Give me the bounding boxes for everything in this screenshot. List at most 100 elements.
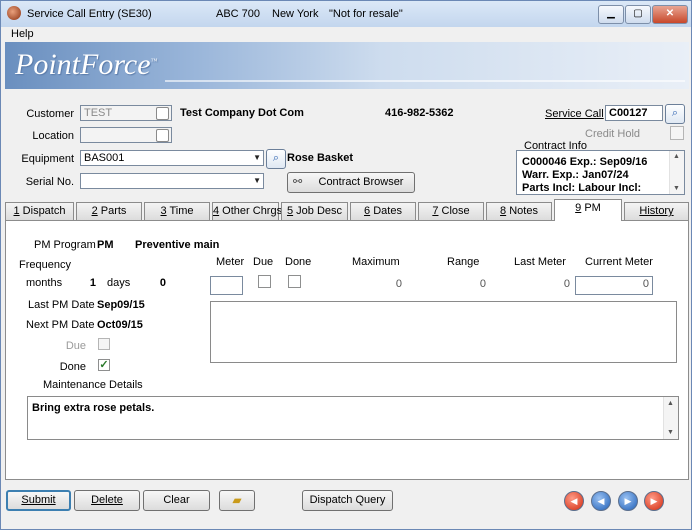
meter-done-checkbox[interactable] [288,275,301,288]
last-pm-date-value: Sep09/15 [97,299,145,311]
due-checkbox[interactable] [98,338,110,350]
customer-name: Test Company Dot Com [180,107,304,119]
scroll-down-icon[interactable]: ▼ [667,429,674,436]
delete-button[interactable]: Delete [74,490,140,511]
days-label: days [107,277,131,289]
menu-help[interactable]: Help [11,28,34,40]
pointforce-logo: PointForce™ [15,48,158,81]
tab-parts[interactable]: 2 Parts [76,202,142,220]
last-pm-date-label: Last PM Date [28,299,95,311]
maximize-button[interactable]: ▢ [625,5,651,24]
range-value: 0 [479,278,486,290]
current-meter-field[interactable]: 0 [575,276,653,295]
maintenance-scrollbar[interactable]: ▲ ▼ [663,397,678,439]
contract-info-scrollbar[interactable]: ▲ ▼ [669,151,684,194]
months-value: 1 [89,277,96,289]
pm-program-label: PM Program [34,239,96,251]
next-pm-date-label: Next PM Date [26,319,95,331]
location-label: Location [32,130,74,142]
search-icon: ⌕ [671,107,679,119]
current-meter-header: Current Meter [585,256,653,268]
contract-line: C000046 Exp.: Sep09/16 [522,156,648,168]
last-record-button[interactable]: ▶ [644,491,664,511]
service-call-label: Service Call [545,108,604,120]
credit-hold-checkbox[interactable] [670,126,684,140]
service-call-field[interactable]: C00127 [605,105,663,121]
location-lookup-toggle[interactable] [156,129,169,142]
maximize-icon: ▢ [633,8,643,19]
tab-dispatch[interactable]: 1 Dispatch [5,202,74,220]
submit-button[interactable]: Submit [6,490,71,511]
equipment-search-button[interactable]: ⌕ [266,149,286,169]
months-label: months [26,277,63,289]
frequency-label: Frequency [19,259,71,271]
service-call-entry-window: Service Call Entry (SE30) ABC 700 New Yo… [0,0,692,530]
customer-phone: 416-982-5362 [385,107,454,119]
service-call-search-button[interactable]: ⌕ [665,104,685,124]
close-button[interactable]: ✕ [652,5,688,24]
meter-field[interactable] [210,276,243,295]
pm-program-code: PM [97,239,114,251]
app-icon [7,6,21,20]
tab-history[interactable]: History [624,202,689,220]
pm-panel: PM Program PM Preventive main Frequency … [5,220,689,480]
contract-info-box: C000046 Exp.: Sep09/16 Warr. Exp.: Jan07… [516,150,685,195]
scroll-down-icon[interactable]: ▼ [673,185,680,192]
window-title: Service Call Entry (SE30) [27,8,152,20]
customer-lookup-toggle[interactable] [156,107,169,120]
last-meter-value: 0 [563,278,570,290]
done-checkbox[interactable]: ✓ [98,359,110,371]
contract-line: Parts Incl: Labour Incl: [522,182,642,194]
previous-record-button[interactable]: ◀ [591,491,611,511]
chevron-down-icon: ▼ [253,176,261,185]
equipment-select[interactable]: BAS001 ▼ [80,150,264,166]
maintenance-details-field[interactable]: Bring extra rose petals. ▲ ▼ [27,396,679,440]
serial-select[interactable]: ▼ [80,173,264,189]
scroll-up-icon[interactable]: ▲ [667,400,674,407]
tab-time[interactable]: 3 Time [144,202,210,220]
clear-button[interactable]: Clear [143,490,210,511]
binoculars-icon: ⚯ [293,176,303,188]
meter-due-checkbox[interactable] [258,275,271,288]
done-label: Done [59,361,86,373]
meter-done-header: Done [285,256,312,268]
days-value: 0 [159,277,166,289]
contract-browser-button[interactable]: ⚯ Contract Browser [287,172,415,193]
maximum-value: 0 [395,278,402,290]
banner-divider [165,80,685,82]
contract-line: Warr. Exp.: Jan07/24 [522,169,629,181]
first-record-icon: ◀ [570,496,578,506]
first-record-button[interactable]: ◀ [564,491,584,511]
dispatch-query-button[interactable]: Dispatch Query [302,490,393,511]
chevron-down-icon: ▼ [253,153,261,162]
maintenance-details-label: Maintenance Details [43,379,143,391]
tab-notes[interactable]: 8 Notes [486,202,552,220]
tab-close[interactable]: 7 Close [418,202,484,220]
scroll-up-icon[interactable]: ▲ [673,153,680,160]
company-location: New York [272,8,319,20]
equipment-description: Rose Basket [287,152,354,164]
minimize-button[interactable]: ▁ [598,5,624,24]
tab-other-charges[interactable]: 4 Other Chrgs [212,202,282,220]
title-bar: Service Call Entry (SE30) ABC 700 New Yo… [1,1,691,27]
license-notice: "Not for resale" [329,8,403,20]
tab-pm[interactable]: 9 PM [554,199,622,221]
last-meter-header: Last Meter [514,256,566,268]
equipment-label: Equipment [21,153,74,165]
next-record-button[interactable]: ▶ [618,491,638,511]
checkmark-icon: ✓ [99,359,109,371]
credit-hold-label: Credit Hold [585,128,641,140]
tab-dates[interactable]: 6 Dates [350,202,416,220]
folder-icon: ▰ [232,493,242,507]
open-folder-button[interactable]: ▰ [219,490,255,511]
serial-label: Serial No. [25,176,74,188]
tab-job-desc[interactable]: 5 Job Desc [281,202,348,220]
meter-header: Meter [216,256,245,268]
pm-program-description: Preventive main [135,239,220,251]
next-record-icon: ▶ [624,496,632,506]
meter-list[interactable] [210,301,677,363]
range-header: Range [447,256,480,268]
company-code: ABC 700 [216,8,261,20]
tab-strip: 1 Dispatch 2 Parts 3 Time 4 Other Chrgs … [5,199,689,221]
customer-label: Customer [26,108,74,120]
